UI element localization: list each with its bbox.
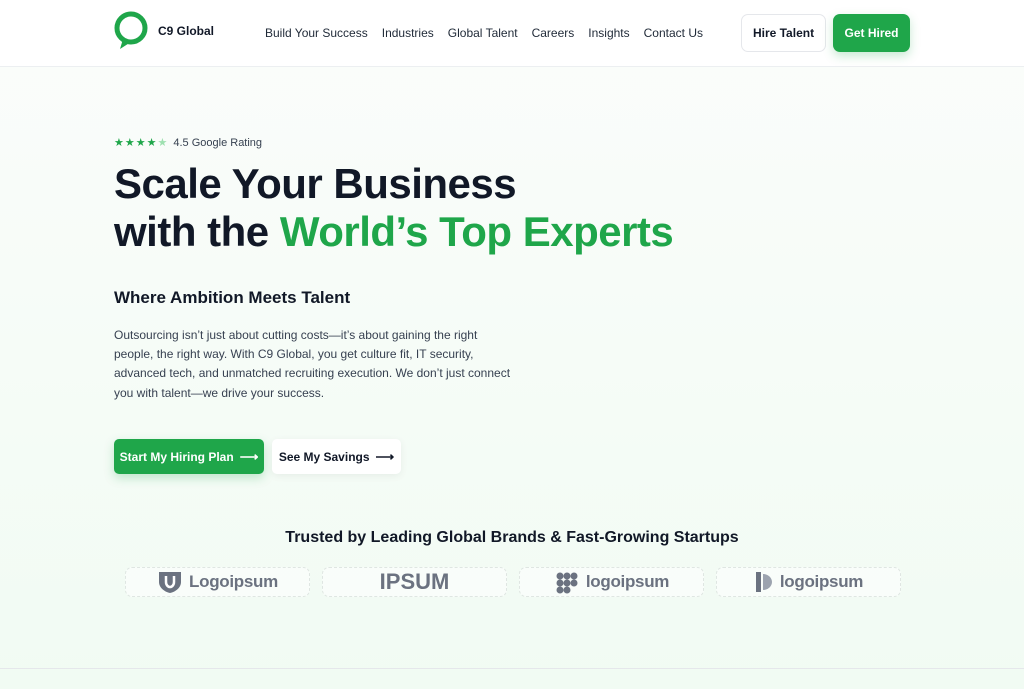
half-circle-logo-icon (755, 572, 772, 592)
hero-title-line1: Scale Your Business (114, 160, 517, 207)
brand-logo-card: Logoipsum (125, 567, 310, 597)
brand-name: logoipsum (585, 572, 670, 591)
rating-stars: ★ ★ ★ ★ ★ (114, 137, 167, 149)
hero-title: Scale Your Business with the World’s Top… (114, 160, 814, 256)
trusted-heading: Trusted by Leading Global Brands & Fast-… (285, 529, 739, 546)
half-star-icon: ★ (157, 137, 168, 149)
brand-name: IPSUM (379, 569, 450, 594)
nav-insights[interactable]: Insights (588, 26, 629, 40)
star-icon: ★ (114, 137, 124, 149)
hero-description: Outsourcing isn’t just about cutting cos… (114, 328, 511, 400)
section-divider (0, 668, 1024, 669)
nav-contact-us[interactable]: Contact Us (644, 26, 703, 40)
star-icon: ★ (146, 137, 157, 149)
start-hiring-plan-label: Start My Hiring Plan (119, 449, 234, 464)
main-nav: Build Your Success Industries Global Tal… (265, 26, 703, 40)
see-my-savings-label: See My Savings (278, 449, 370, 464)
hire-talent-button[interactable]: Hire Talent (741, 14, 826, 52)
brand-name: C9 Global (158, 24, 215, 38)
arrow-right-icon: ⟶ (375, 448, 395, 464)
see-my-savings-button[interactable]: See My Savings ⟶ (272, 439, 401, 474)
star-icon: ★ (135, 137, 146, 149)
brand-logo-card: logoipsum (716, 567, 901, 597)
shield-logo-icon (159, 572, 182, 593)
speech-bubble-logo-icon (114, 11, 148, 49)
site-header: C9 Global Build Your Success Industries … (0, 0, 1024, 67)
hero-title-accent: World’s Top Experts (279, 208, 674, 255)
hero-title-line2-prefix: with the (114, 208, 280, 255)
arrow-right-icon: ⟶ (239, 448, 259, 464)
start-hiring-plan-button[interactable]: Start My Hiring Plan ⟶ (114, 439, 264, 474)
brand-logo[interactable]: C9 Global (114, 11, 214, 51)
rating-text: 4.5 Google Rating (173, 137, 263, 149)
brand-name: Logoipsum (189, 572, 278, 591)
google-rating: ★ ★ ★ ★ ★ 4.5 Google Rating (114, 137, 262, 149)
nav-build-your-success[interactable]: Build Your Success (265, 26, 368, 40)
brand-logo-card: logoipsum (519, 567, 704, 597)
get-hired-button[interactable]: Get Hired (833, 14, 910, 52)
star-icon: ★ (124, 137, 135, 149)
nav-global-talent[interactable]: Global Talent (448, 26, 518, 40)
nav-industries[interactable]: Industries (382, 26, 434, 40)
brand-name: logoipsum (779, 572, 864, 591)
brand-logo-card: IPSUM (322, 567, 507, 597)
nav-careers[interactable]: Careers (532, 26, 575, 40)
brand-logos: Logoipsum IPSUM logoipsum logoipsum (125, 567, 901, 597)
dots-logo-icon (556, 572, 578, 594)
hero-subtitle: Where Ambition Meets Talent (114, 288, 351, 307)
